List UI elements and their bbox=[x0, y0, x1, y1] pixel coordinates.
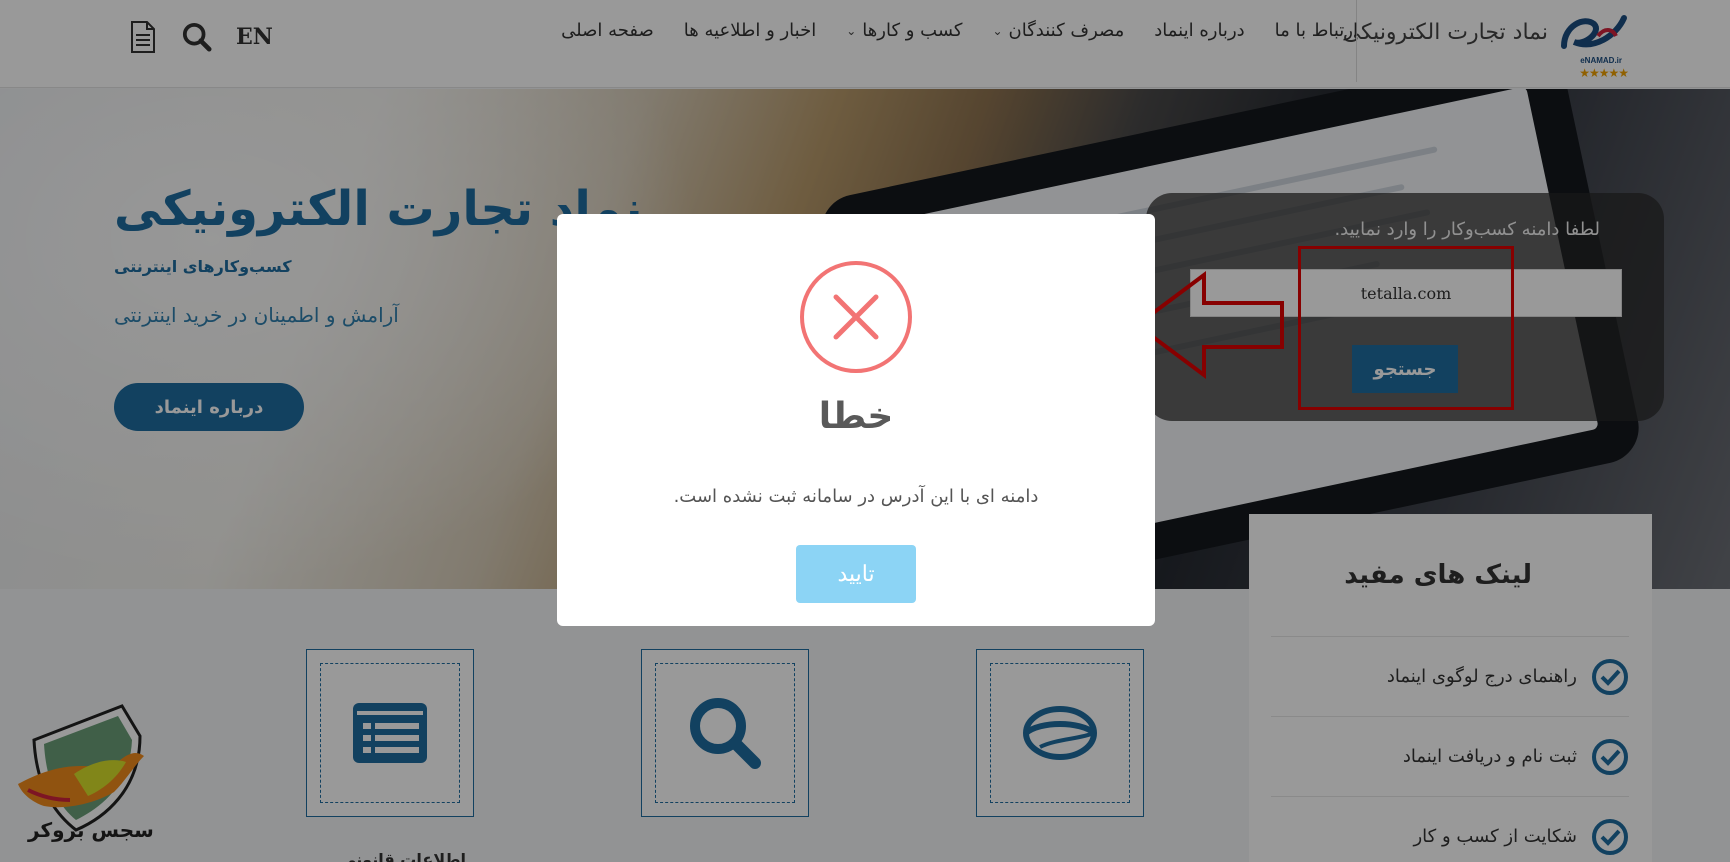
error-modal: خطا دامنه ای با این آدرس در سامانه ثبت ن… bbox=[557, 214, 1155, 626]
confirm-button[interactable]: تایید bbox=[796, 545, 916, 603]
error-x-icon bbox=[800, 261, 912, 373]
modal-title: خطا bbox=[818, 396, 894, 437]
modal-message: دامنه ای با این آدرس در سامانه ثبت نشده … bbox=[673, 486, 1039, 507]
